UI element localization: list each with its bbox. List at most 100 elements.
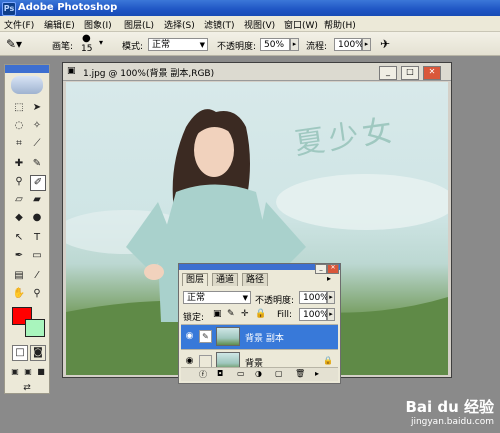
new-layer-icon[interactable]: ▢ <box>275 369 283 378</box>
hand-tool-icon[interactable]: ✋ <box>12 287 26 301</box>
brush-size: 15 <box>81 44 93 54</box>
brush-tool-preset-icon[interactable]: ✎▾ <box>6 37 22 51</box>
panel-close-button[interactable]: ✕ <box>327 264 339 274</box>
lock-all-icon[interactable]: 🔒 <box>255 309 266 319</box>
pen-tool-icon[interactable]: ✒ <box>12 249 26 263</box>
lock-image-icon[interactable]: ✎ <box>227 309 235 319</box>
delete-layer-icon[interactable]: 🗑 <box>295 369 305 378</box>
cloud-shape <box>276 174 448 230</box>
opacity-input[interactable]: 50% <box>260 38 290 51</box>
move-tool-icon[interactable]: ➤ <box>30 101 44 115</box>
lasso-tool-icon[interactable]: ◌ <box>12 119 26 133</box>
tab-paths[interactable]: 路径 <box>242 273 269 286</box>
tab-channels[interactable]: 通道 <box>212 273 239 286</box>
background-color-swatch[interactable] <box>25 319 45 337</box>
fill-arrow-icon[interactable]: ▸ <box>327 308 335 321</box>
layer-opacity-input[interactable]: 100% <box>299 291 329 304</box>
photoshop-logo-icon: Ps <box>2 2 16 16</box>
opacity-slider-arrow-icon[interactable]: ▸ <box>290 38 299 51</box>
minimize-button[interactable]: _ <box>379 66 397 80</box>
lock-position-icon[interactable]: ✛ <box>241 309 249 319</box>
lock-label: 锁定: <box>183 313 205 323</box>
brush-tool-icon[interactable]: ✎ <box>30 157 44 171</box>
layer-set-icon[interactable]: ▭ <box>237 369 245 378</box>
screen-mode-full-icon[interactable]: ■ <box>34 365 48 379</box>
watermark-brand: Bai du 经验 <box>405 398 494 416</box>
screen-mode-full-menu-icon[interactable]: ▣ <box>21 365 35 379</box>
adjustment-layer-icon[interactable]: ◑ <box>255 369 262 378</box>
layer-row[interactable]: ◉ ✎ 背景 副本 <box>181 324 338 349</box>
screen-mode-standard-icon[interactable]: ▣ <box>8 365 22 379</box>
menu-window[interactable]: 窗口(W) <box>284 18 318 31</box>
toolbox-grip[interactable] <box>5 65 49 73</box>
document-title: 1.jpg @ 100%(背景 副本,RGB) <box>83 69 215 79</box>
gradient-tool-icon[interactable]: ▰ <box>30 193 44 207</box>
dodge-tool-icon[interactable]: ● <box>30 211 44 225</box>
watermark-url: jingyan.baidu.com <box>410 417 494 427</box>
brush-dot-icon[interactable]: ● <box>82 33 91 44</box>
history-brush-tool-icon[interactable]: ✐ <box>30 175 46 191</box>
toolbox: ⬚ ➤ ◌ ✧ ⌗ ⟋ ✚ ✎ ⚲ ✐ ▱ ▰ ◆ ● ↖ T ✒ ▭ ▤ ⁄ … <box>4 64 50 394</box>
airbrush-icon[interactable]: ✈ <box>380 37 390 51</box>
opacity-label: 不透明度: <box>217 42 257 52</box>
close-button[interactable]: ✕ <box>423 66 441 80</box>
panel-minimize-button[interactable]: _ <box>315 264 327 274</box>
app-title: Adobe Photoshop <box>18 2 118 13</box>
menu-view[interactable]: 视图(V) <box>244 18 275 31</box>
standard-mode-icon[interactable]: □ <box>12 345 28 361</box>
blend-mode-select[interactable]: 正常 ▼ <box>183 291 251 304</box>
app-title-bar: Ps Adobe Photoshop <box>0 0 500 16</box>
clone-stamp-tool-icon[interactable]: ⚲ <box>12 175 26 189</box>
fill-input[interactable]: 100% <box>299 308 329 321</box>
shape-tool-icon[interactable]: ▭ <box>30 249 44 263</box>
document-icon: ▣ <box>67 66 76 76</box>
watermark: Bai du 经验 jingyan.baidu.com <box>405 396 494 427</box>
jump-to-imageready-icon[interactable]: ⇄ <box>20 381 34 395</box>
menu-edit[interactable]: 编辑(E) <box>44 18 75 31</box>
chevron-down-icon: ▼ <box>242 294 248 302</box>
slice-tool-icon[interactable]: ⟋ <box>30 137 44 151</box>
fill-label: Fill: <box>277 310 293 320</box>
type-tool-icon[interactable]: T <box>30 231 44 245</box>
blur-tool-icon[interactable]: ◆ <box>12 211 26 225</box>
panel-resize-icon[interactable]: ▸ <box>315 369 319 378</box>
flow-input[interactable]: 100% <box>334 38 364 51</box>
menu-select[interactable]: 选择(S) <box>164 18 195 31</box>
toolbox-logo-icon[interactable] <box>11 76 43 94</box>
quick-mask-mode-icon[interactable]: ◙ <box>30 345 46 361</box>
magic-wand-tool-icon[interactable]: ✧ <box>30 119 44 133</box>
eye-icon[interactable]: ◉ <box>183 330 196 343</box>
eyedropper-tool-icon[interactable]: ⁄ <box>30 269 44 283</box>
layer-opacity-label: 不透明度: <box>255 296 295 306</box>
brush-icon[interactable]: ✎ <box>199 330 212 343</box>
layer-opacity-arrow-icon[interactable]: ▸ <box>327 291 335 304</box>
left-hand-shape <box>144 264 164 280</box>
menu-filter[interactable]: 滤镜(T) <box>204 18 235 31</box>
flow-slider-arrow-icon[interactable]: ▸ <box>362 38 371 51</box>
layer-mask-icon[interactable]: ◘ <box>217 369 223 378</box>
menu-layer[interactable]: 图层(L) <box>124 18 154 31</box>
path-selection-tool-icon[interactable]: ↖ <box>12 231 26 245</box>
options-bar: ✎▾ 画笔: ● 15 ▾ 模式: 正常 ▼ 不透明度: 50% ▸ 流程: 1… <box>0 32 500 56</box>
mode-select[interactable]: 正常 ▼ <box>148 38 208 51</box>
menu-bar: 文件(F) 编辑(E) 图象(I) 图层(L) 选择(S) 滤镜(T) 视图(V… <box>0 16 500 32</box>
marquee-tool-icon[interactable]: ⬚ <box>12 101 26 115</box>
healing-brush-tool-icon[interactable]: ✚ <box>12 157 26 171</box>
flow-label: 流程: <box>306 42 328 52</box>
zoom-tool-icon[interactable]: ⚲ <box>30 287 44 301</box>
crop-tool-icon[interactable]: ⌗ <box>12 137 26 151</box>
menu-file[interactable]: 文件(F) <box>4 18 34 31</box>
brush-picker-arrow-icon[interactable]: ▾ <box>99 38 103 47</box>
maximize-button[interactable]: □ <box>401 66 419 80</box>
document-title-bar[interactable]: ▣ 1.jpg @ 100%(背景 副本,RGB) _ □ ✕ <box>63 63 451 81</box>
menu-help[interactable]: 帮助(H) <box>324 18 356 31</box>
chevron-down-icon: ▼ <box>199 41 205 49</box>
lock-transparency-icon[interactable]: ▣ <box>213 309 222 319</box>
layers-panel: _ ✕ 图层 通道 路径 ▸ 正常 ▼ 不透明度: 100% ▸ 锁定: ▣ ✎… <box>178 263 341 384</box>
eraser-tool-icon[interactable]: ▱ <box>12 193 26 207</box>
menu-image[interactable]: 图象(I) <box>84 18 112 31</box>
panel-menu-arrow-icon[interactable]: ▸ <box>327 274 331 283</box>
layer-style-icon[interactable]: ⓕ <box>199 369 207 380</box>
notes-tool-icon[interactable]: ▤ <box>12 269 26 283</box>
tab-layers[interactable]: 图层 <box>182 273 209 286</box>
